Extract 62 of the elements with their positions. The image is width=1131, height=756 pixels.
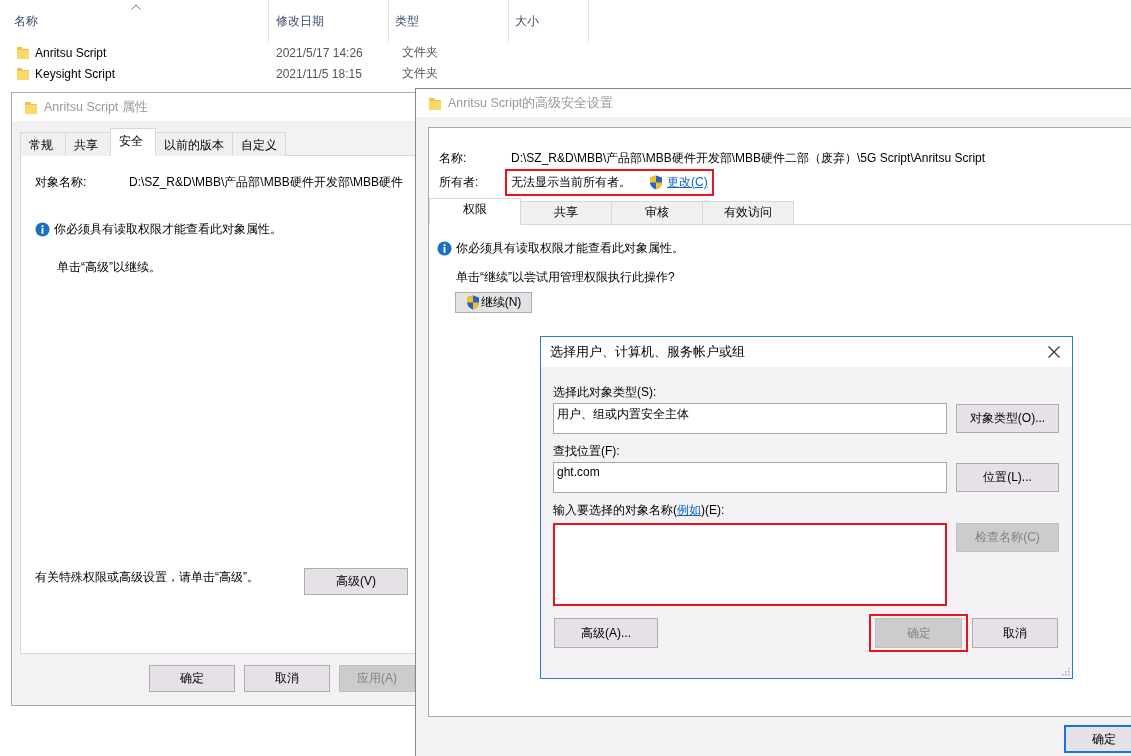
file-name[interactable]: Anritsu Script (35, 45, 107, 60)
location-field[interactable]: ght.com (553, 462, 947, 493)
close-icon (1048, 346, 1060, 358)
owner-value: 无法显示当前所有者。 (511, 173, 631, 191)
advanced-button[interactable]: 高级(A)... (554, 618, 658, 648)
modified-date: 2021/11/5 18:15 (275, 66, 363, 81)
cancel-button[interactable]: 取消 (972, 618, 1058, 648)
tab[interactable]: 常规 (20, 132, 66, 156)
info-icon (35, 222, 50, 237)
tab[interactable]: 共享 (65, 132, 111, 156)
continue-button[interactable]: 继续(N) (455, 292, 532, 313)
folder-icon (16, 45, 30, 60)
object-names-field[interactable] (553, 523, 947, 606)
dialog-button[interactable]: 取消 (244, 665, 330, 692)
field-label: 对象名称: (35, 174, 88, 191)
hint-text: 单击“继续”以尝试用管理权限执行此操作? (456, 269, 676, 286)
column-header[interactable]: 名称 (0, 0, 269, 42)
modified-date: 2021/5/17 14:26 (275, 45, 364, 60)
field-label: 名称: (439, 149, 468, 167)
field-label: )(E): (701, 503, 725, 517)
dialog-button[interactable]: 确定 (149, 665, 235, 692)
tab[interactable]: 有效访问 (702, 201, 794, 224)
message-text: 你必须具有读取权限才能查看此对象属性。 (54, 221, 282, 238)
tab[interactable]: 共享 (520, 201, 612, 224)
file-type: 文件夹 (401, 65, 439, 82)
window-title: Anritsu Script的高级安全设置 (448, 94, 614, 112)
message-text: 你必须具有读取权限才能查看此对象属性。 (456, 240, 684, 257)
folder-icon (16, 66, 30, 81)
tab[interactable]: 自定义 (232, 132, 286, 156)
tab[interactable]: 审核 (611, 201, 703, 224)
column-header[interactable]: 修改日期 (269, 0, 389, 42)
ok-button[interactable]: 确定 (1064, 725, 1131, 753)
field-label: 查找位置(F): (553, 442, 621, 460)
field-label: 输入要选择的对象名称( (553, 501, 677, 519)
field-label: 所有者: (439, 173, 480, 191)
column-header[interactable]: 大小 (509, 0, 589, 42)
object-name: D:\SZ_R&D\MBB\产品部\MBB硬件开发部\MBB硬件二部（废弃）\5G Script\Anritsu Script (511, 149, 986, 167)
note-text: 有关特殊权限或高级设置，请单击“高级”。 (35, 569, 259, 586)
column-header[interactable]: 类型 (389, 0, 509, 42)
file-type: 文件夹 (401, 44, 439, 61)
sort-caret-icon (131, 4, 141, 10)
tab[interactable]: 以前的版本 (155, 132, 233, 156)
shield-icon (649, 174, 663, 190)
folder-icon (24, 99, 38, 115)
folder-icon (428, 95, 442, 111)
object-types-button[interactable]: 对象类型(O)... (956, 404, 1059, 433)
field-label: 选择此对象类型(S): (553, 383, 658, 401)
object-name: D:\SZ_R&D\MBB\产品部\MBB硬件开发部\MBB硬件 (129, 174, 404, 191)
change-link[interactable]: 更改(C) (667, 173, 708, 191)
tab[interactable]: 权限 (429, 198, 521, 225)
tab[interactable]: 安全 (110, 128, 156, 156)
object-type-field[interactable]: 用户、组或内置安全主体 (553, 403, 947, 434)
advanced-button[interactable]: 高级(V) (304, 568, 408, 595)
resize-grip-icon (1062, 668, 1070, 676)
examples-link[interactable]: 例如 (677, 501, 701, 519)
locations-button[interactable]: 位置(L)... (956, 463, 1059, 492)
shield-icon (465, 295, 480, 310)
file-name[interactable]: Keysight Script (35, 66, 116, 81)
dialog-title: 选择用户、计算机、服务帐户或组 (550, 343, 745, 361)
hint-text: 单击“高级”以继续。 (57, 259, 162, 276)
info-icon (437, 241, 452, 256)
window-title: Anritsu Script 属性 (44, 98, 148, 116)
